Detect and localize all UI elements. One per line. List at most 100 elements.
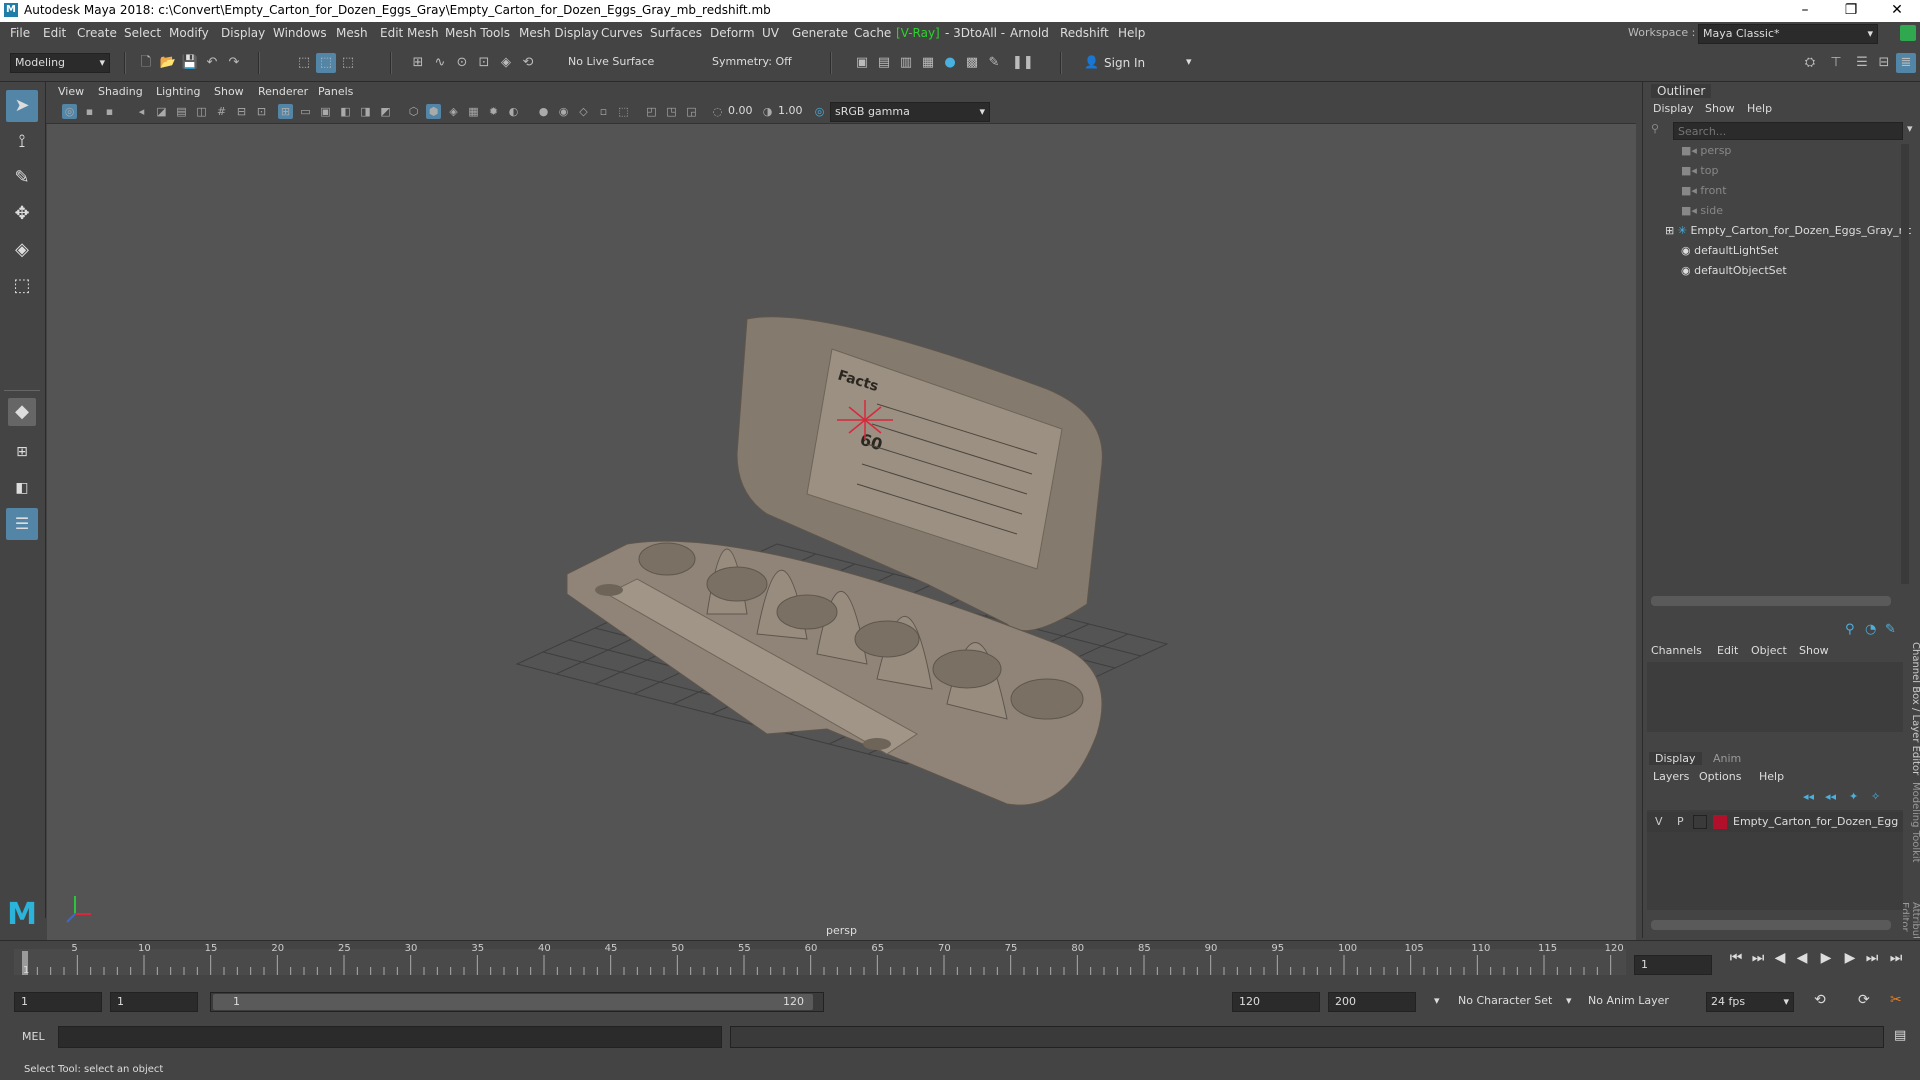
attribute-editor-icon[interactable]: ⊤ [1826, 53, 1846, 73]
render-sequence-icon[interactable]: ▥ [896, 53, 916, 73]
auto-key-icon[interactable]: ⟳ [1858, 992, 1870, 1008]
exposure-icon[interactable]: ◌ [710, 104, 725, 119]
field-chart-icon[interactable]: ◧ [338, 104, 353, 119]
lights-icon[interactable]: ✹ [486, 104, 501, 119]
outliner-vertical-scrollbar[interactable] [1901, 144, 1909, 584]
move-tool-icon[interactable]: ✥ [6, 198, 38, 230]
smooth-shade-icon[interactable]: ⬢ [426, 104, 441, 119]
snap-view-icon[interactable]: ⊡ [474, 53, 494, 73]
hypershade-icon[interactable]: ▩ [962, 53, 982, 73]
menu-3dtoall[interactable]: - 3DtoAll - [945, 26, 1005, 40]
step-back-frame-icon[interactable]: ◀ [1772, 950, 1788, 966]
fps-dropdown[interactable]: 24 fps ▾ [1706, 992, 1794, 1012]
outliner-menu-help[interactable]: Help [1747, 102, 1772, 115]
layer-row[interactable]: V P Empty_Carton_for_Dozen_Egg [1647, 812, 1903, 832]
animation-prefs-icon[interactable]: ✂ [1890, 992, 1902, 1008]
xray-icon[interactable]: ◰ [644, 104, 659, 119]
play-forwards-icon[interactable]: ▶ [1818, 950, 1834, 966]
move-layer-up-icon[interactable]: ◂◂ [1803, 790, 1814, 803]
outliner-item-persp[interactable]: ■◂ persp [1681, 144, 1920, 164]
vray-icon[interactable]: ✎ [984, 53, 1004, 73]
channel-box-toggle-icon[interactable]: ≣ [1896, 53, 1916, 73]
menu-uv[interactable]: UV [762, 26, 779, 40]
snap-surface-icon[interactable]: ◈ [496, 53, 516, 73]
wireframe-icon[interactable]: ⬡ [406, 104, 421, 119]
maximize-button[interactable]: ❐ [1828, 0, 1874, 22]
film-gate-icon[interactable]: ◫ [194, 104, 209, 119]
channel-menu-object[interactable]: Object [1751, 644, 1787, 657]
layers-tab-display[interactable]: Display [1649, 752, 1702, 765]
image-plane-icon[interactable]: ▤ [174, 104, 189, 119]
chevron-down-icon[interactable]: ▾ [1434, 994, 1440, 1007]
layers-menu-options[interactable]: Options [1699, 770, 1741, 783]
wireframe-on-shaded-icon[interactable]: ◈ [446, 104, 461, 119]
channel-menu-channels[interactable]: Channels [1651, 644, 1702, 657]
scale-tool-icon[interactable]: ⬚ [6, 270, 38, 302]
vp-menu-lighting[interactable]: Lighting [156, 85, 200, 98]
snap-grid-icon[interactable]: ⊞ [408, 53, 428, 73]
menu-select[interactable]: Select [124, 26, 161, 40]
menu-help[interactable]: Help [1118, 26, 1145, 40]
resolution-gate-icon[interactable]: ⊟ [234, 104, 249, 119]
layer-name[interactable]: Empty_Carton_for_Dozen_Egg [1733, 815, 1901, 828]
new-layer-icon[interactable]: ✦ [1849, 790, 1858, 803]
four-view-icon[interactable]: ⊞ [6, 436, 38, 468]
go-to-start-icon[interactable]: ⏮ [1728, 950, 1744, 966]
layer-playback-toggle[interactable]: P [1677, 815, 1684, 828]
camera-attr-icon[interactable]: ▪ [82, 104, 97, 119]
menu-create[interactable]: Create [77, 26, 117, 40]
menu-generate[interactable]: Generate [792, 26, 848, 40]
tool-settings-icon[interactable]: ☰ [1852, 53, 1872, 73]
go-to-end-icon[interactable]: ⏭ [1888, 950, 1904, 966]
vp-menu-view[interactable]: View [58, 85, 84, 98]
move-layer-down-icon[interactable]: ◂◂ [1825, 790, 1836, 803]
layers-menu-help[interactable]: Help [1759, 770, 1784, 783]
shadows-icon[interactable]: ◐ [506, 104, 521, 119]
depth-icon[interactable]: ▫ [596, 104, 611, 119]
menu-modify[interactable]: Modify [169, 26, 209, 40]
vp-menu-panels[interactable]: Panels [318, 85, 353, 98]
menu-edit-mesh[interactable]: Edit Mesh [380, 26, 439, 40]
attribute-editor-side-tab[interactable]: Attribute Editor [1903, 902, 1920, 938]
outliner-search-input[interactable] [1673, 122, 1903, 140]
snap-curve-icon[interactable]: ∿ [430, 53, 450, 73]
layer-visibility-toggle[interactable]: V [1655, 815, 1663, 828]
select-object-icon[interactable]: ⬚ [316, 53, 336, 73]
playback-start-field[interactable]: 1 [110, 992, 198, 1012]
step-forward-key-icon[interactable]: ⏭ [1864, 950, 1880, 966]
time-slider[interactable]: 5 10 15 20 25 30 35 40 45 50 55 60 65 70 75 80 85 90 95 100… [0, 940, 1920, 978]
chevron-down-icon[interactable]: ▾ [1907, 122, 1913, 135]
channel-menu-edit[interactable]: Edit [1717, 644, 1738, 657]
save-scene-icon[interactable]: 💾 [180, 53, 200, 73]
lasso-tool-icon[interactable]: ⟟ [6, 126, 38, 158]
select-component-icon[interactable]: ⬚ [338, 53, 358, 73]
gamma-field[interactable]: 1.00 [778, 104, 803, 117]
modeling-toolkit-icon[interactable]: ⛭ [1800, 53, 1820, 73]
outliner-item-top[interactable]: ■◂ top [1681, 164, 1920, 184]
new-layer-selected-icon[interactable]: ✧ [1871, 790, 1880, 803]
motion-blur-icon[interactable]: ◉ [556, 104, 571, 119]
expand-icon[interactable]: ⊞ [1665, 224, 1678, 237]
single-view-icon[interactable]: ◆ [8, 398, 36, 426]
anim-layer-field[interactable]: No Anim Layer [1588, 994, 1669, 1007]
perspective-viewport[interactable]: Facts 60 persp [47, 124, 1636, 940]
menu-deform[interactable]: Deform [710, 26, 755, 40]
search-options-icon[interactable]: ⚲ [1651, 122, 1667, 138]
ipr-icon[interactable]: ▦ [918, 53, 938, 73]
antialias-icon[interactable]: ◇ [576, 104, 591, 119]
playback-end-field[interactable]: 120 [1232, 992, 1320, 1012]
range-slider-handle[interactable] [213, 994, 813, 1010]
outliner-item-carton-group[interactable]: ⊞ ✳ Empty_Carton_for_Dozen_Eggs_Gray_nc [1665, 224, 1915, 244]
safe-title-icon[interactable]: ◨ [358, 104, 373, 119]
outliner-item-side[interactable]: ■◂ side [1681, 204, 1920, 224]
chevron-down-icon[interactable]: ▾ [1566, 994, 1572, 1007]
render-settings-icon[interactable]: ● [940, 53, 960, 73]
outliner-toggle-icon[interactable]: ⊟ [1874, 53, 1894, 73]
layers-horizontal-scrollbar[interactable] [1651, 920, 1891, 930]
open-scene-icon[interactable]: 📂 [158, 53, 178, 73]
command-language-label[interactable]: MEL [22, 1030, 45, 1043]
animation-end-field[interactable]: 200 [1328, 992, 1416, 1012]
select-tool-icon[interactable]: ➤ [6, 90, 38, 122]
animation-start-field[interactable]: 1 [14, 992, 102, 1012]
outliner-menu-display[interactable]: Display [1653, 102, 1694, 115]
